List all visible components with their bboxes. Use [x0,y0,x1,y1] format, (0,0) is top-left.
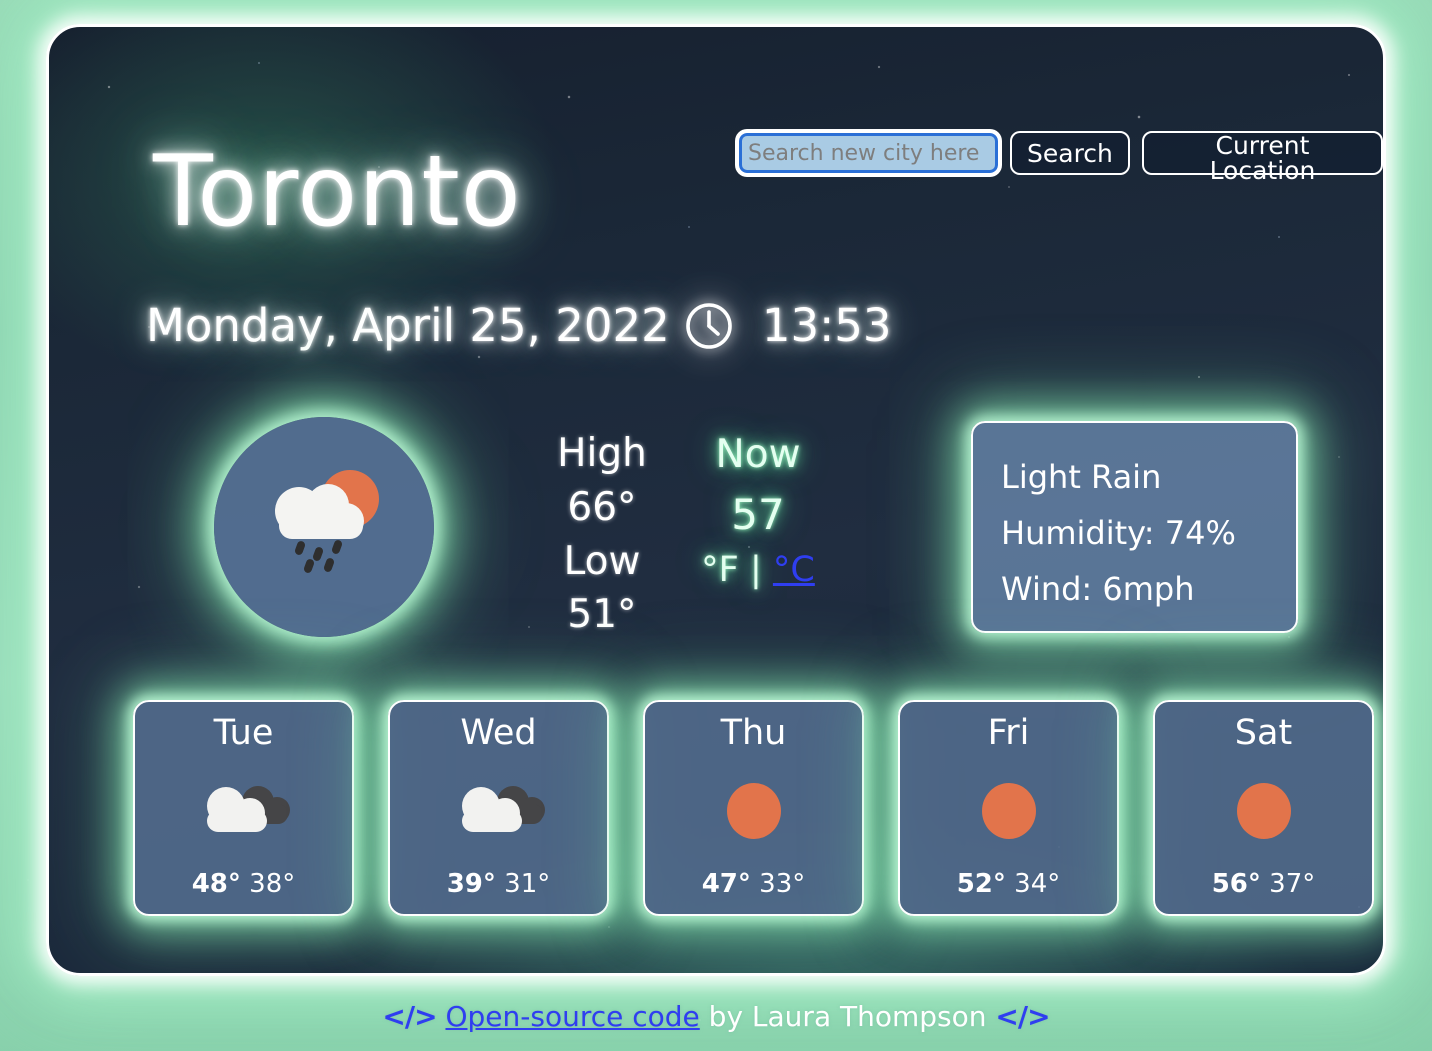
footer: </> Open-source code by Laura Thompson <… [0,1000,1432,1033]
forecast-day-label: Wed [460,713,537,753]
now-temperature-column: Now 57 °F | °C [699,427,817,596]
forecast-card-sat[interactable]: Sat 56° 37° [1153,700,1374,916]
current-time: 13:53 [761,299,892,352]
forecast-row: Tue 48° 38° Wed 39° 31° Thu 47° 33° Fri … [133,700,1374,916]
sun-icon [723,753,785,870]
now-temperature: 57 [731,489,785,539]
sun-behind-rain-cloud-icon [249,455,399,599]
forecast-day-label: Thu [720,713,787,753]
low-label: Low [563,538,641,584]
search-bar: Search Current Location [736,130,1383,183]
low-value: 51° [567,592,637,638]
forecast-card-tue[interactable]: Tue 48° 38° [133,700,354,916]
humidity-value: Humidity: 74% [1001,514,1236,552]
forecast-day-label: Tue [213,713,274,753]
high-value: 66° [567,484,637,530]
forecast-day-label: Sat [1234,713,1293,753]
current-date: Monday, April 25, 2022 [146,299,670,352]
sun-icon [978,753,1040,870]
forecast-high: 48° [191,869,241,899]
wind-value: Wind: 6mph [1001,570,1195,608]
forecast-high: 39° [446,869,496,899]
weather-app-card: Search Current Location Toronto Monday, … [46,24,1386,976]
forecast-high: 56° [1211,869,1261,899]
now-label: Now [715,432,801,477]
unit-fahrenheit[interactable]: °F [701,550,739,590]
forecast-low: 34° [1014,869,1061,899]
weather-description: Light Rain [1001,458,1162,496]
current-location-button[interactable]: Current Location [1141,131,1383,183]
forecast-low: 37° [1269,869,1316,899]
forecast-card-fri[interactable]: Fri 52° 34° [898,700,1119,916]
high-label: High [557,431,647,476]
unit-celsius-link[interactable]: °C [773,550,815,590]
forecast-temps: 52° 34° [957,869,1061,899]
date-time-row: Monday, April 25, 2022 13:53 [146,299,892,352]
forecast-card-thu[interactable]: Thu 47° 33° [643,700,864,916]
forecast-day-label: Fri [987,713,1030,753]
city-name: Toronto [153,135,522,249]
sun-icon [1233,753,1295,870]
search-input[interactable] [736,130,1001,176]
forecast-low: 31° [504,869,551,899]
current-weather-icon-orb [214,417,434,637]
forecast-temps: 47° 33° [702,869,806,899]
forecast-temps: 48° 38° [192,869,296,899]
high-low-column: High 66° Low 51° [547,427,657,642]
unit-toggle: °F | °C [699,545,817,596]
forecast-temps: 56° 37° [1212,869,1316,899]
forecast-high: 52° [956,869,1006,899]
forecast-high: 47° [701,869,751,899]
cloudy-icon [192,753,296,870]
weather-details-panel: Light Rain Humidity: 74% Wind: 6mph [971,421,1298,633]
forecast-card-wed[interactable]: Wed 39° 31° [388,700,609,916]
forecast-low: 33° [759,869,806,899]
forecast-temps: 39° 31° [447,869,551,899]
clock-icon [684,301,734,351]
search-button[interactable]: Search [1010,131,1130,175]
footer-author-text: by Laura Thompson [699,1000,996,1033]
open-source-code-link[interactable]: Open-source code [445,1000,699,1033]
unit-separator: | [749,550,762,591]
code-bracket-right-icon: </> [995,1000,1050,1033]
forecast-low: 38° [249,869,296,899]
cloudy-icon [447,753,551,870]
code-bracket-left-icon: </> [382,1000,437,1033]
